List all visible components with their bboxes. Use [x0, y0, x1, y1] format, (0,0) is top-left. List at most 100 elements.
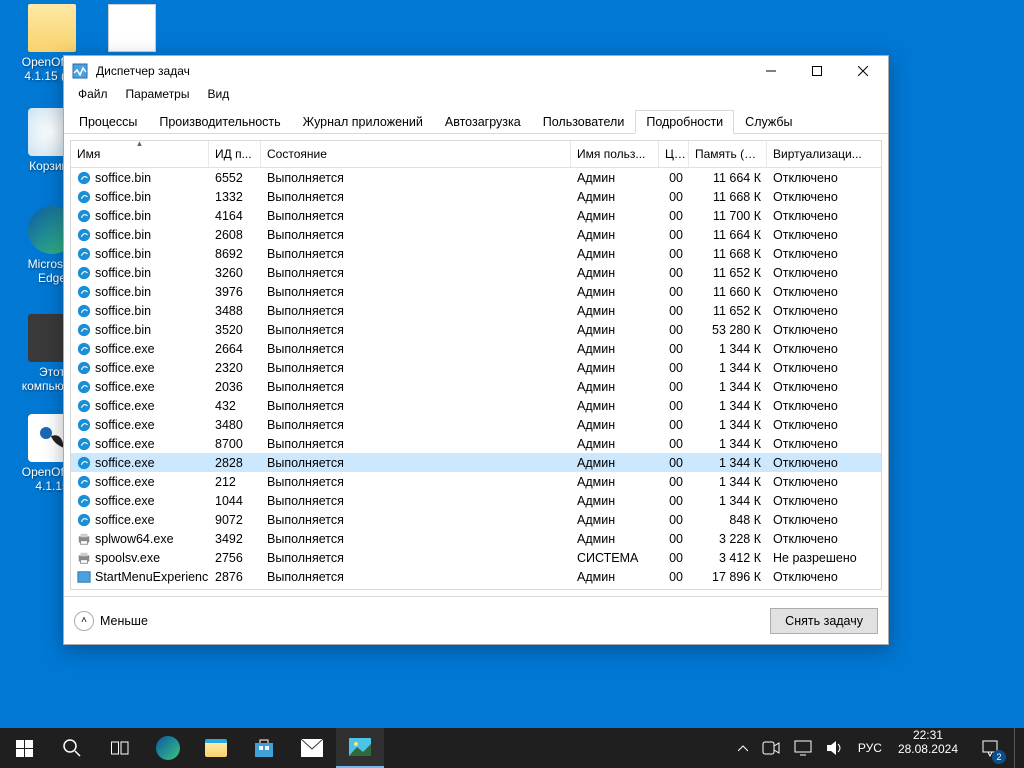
cell-memory: 11 668 К: [689, 247, 767, 261]
task-view-button[interactable]: [96, 728, 144, 768]
table-row[interactable]: soffice.exe2036ВыполняетсяАдмин001 344 К…: [71, 377, 881, 396]
cell-state: Выполняется: [261, 418, 571, 432]
cell-virtualization: Отключено: [767, 589, 881, 590]
tray-monitor[interactable]: [788, 728, 818, 768]
cell-user: Админ: [571, 475, 659, 489]
cell-user: Админ: [571, 247, 659, 261]
table-row[interactable]: soffice.bin8692ВыполняетсяАдмин0011 668 …: [71, 244, 881, 263]
cell-cpu: 00: [659, 513, 689, 527]
close-button[interactable]: [840, 56, 886, 86]
cell-memory: 11 700 К: [689, 209, 767, 223]
table-row[interactable]: soffice.exe212ВыполняетсяАдмин001 344 КО…: [71, 472, 881, 491]
menu-options[interactable]: Параметры: [118, 86, 198, 106]
table-row[interactable]: spoolsv.exe2756ВыполняетсяСИСТЕМА003 412…: [71, 548, 881, 567]
cell-cpu: 00: [659, 323, 689, 337]
tray-language[interactable]: РУС: [852, 728, 888, 768]
cell-virtualization: Отключено: [767, 475, 881, 489]
column-pid[interactable]: ИД п...: [209, 141, 261, 167]
column-name[interactable]: Имя▲: [71, 141, 209, 167]
show-desktop-button[interactable]: [1014, 728, 1020, 768]
table-row[interactable]: soffice.exe2828ВыполняетсяАдмин001 344 К…: [71, 453, 881, 472]
table-row[interactable]: soffice.exe3480ВыполняетсяАдмин001 344 К…: [71, 415, 881, 434]
cell-user: Админ: [571, 228, 659, 242]
table-row[interactable]: soffice.bin3488ВыполняетсяАдмин0011 652 …: [71, 301, 881, 320]
cell-pid: 3488: [209, 304, 261, 318]
titlebar[interactable]: Диспетчер задач: [64, 56, 888, 86]
tray-overflow-button[interactable]: [732, 728, 754, 768]
tray-meet-now[interactable]: [756, 728, 786, 768]
minimize-button[interactable]: [748, 56, 794, 86]
table-row[interactable]: soffice.exe8700ВыполняетсяАдмин001 344 К…: [71, 434, 881, 453]
table-row[interactable]: soffice.exe9072ВыполняетсяАдмин00848 КОт…: [71, 510, 881, 529]
maximize-button[interactable]: [794, 56, 840, 86]
tray-notifications[interactable]: 2: [968, 728, 1012, 768]
cell-cpu: 00: [659, 456, 689, 470]
tray-volume[interactable]: [820, 728, 850, 768]
end-task-button[interactable]: Снять задачу: [770, 608, 878, 634]
tab-автозагрузка[interactable]: Автозагрузка: [434, 110, 532, 134]
table-row[interactable]: soffice.bin3520ВыполняетсяАдмин0053 280 …: [71, 320, 881, 339]
table-row[interactable]: soffice.exe432ВыполняетсяАдмин001 344 КО…: [71, 396, 881, 415]
table-row[interactable]: soffice.bin1332ВыполняетсяАдмин0011 668 …: [71, 187, 881, 206]
cell-memory: 1 344 К: [689, 456, 767, 470]
table-row[interactable]: svchost.exe4440ВыполняетсяАдмин001 256 К…: [71, 586, 881, 589]
taskbar-file-explorer[interactable]: [192, 728, 240, 768]
cell-cpu: 00: [659, 266, 689, 280]
cell-state: Выполняется: [261, 513, 571, 527]
taskbar-photos[interactable]: [336, 728, 384, 768]
tab-процессы[interactable]: Процессы: [68, 110, 148, 134]
taskbar-mail[interactable]: [288, 728, 336, 768]
cell-memory: 11 652 К: [689, 304, 767, 318]
menu-view[interactable]: Вид: [199, 86, 237, 106]
menu-file[interactable]: Файл: [70, 86, 116, 106]
tab-журнал приложений[interactable]: Журнал приложений: [292, 110, 434, 134]
cell-state: Выполняется: [261, 437, 571, 451]
table-row[interactable]: soffice.bin3976ВыполняетсяАдмин0011 660 …: [71, 282, 881, 301]
cell-memory: 53 280 К: [689, 323, 767, 337]
cell-pid: 3520: [209, 323, 261, 337]
cell-name: soffice.bin: [71, 285, 209, 299]
column-user[interactable]: Имя польз...: [571, 141, 659, 167]
table-row[interactable]: StartMenuExperienc...2876ВыполняетсяАдми…: [71, 567, 881, 586]
tab-производительность[interactable]: Производительность: [148, 110, 291, 134]
cell-state: Выполняется: [261, 456, 571, 470]
tab-пользователи[interactable]: Пользователи: [532, 110, 636, 134]
cell-user: Админ: [571, 456, 659, 470]
table-row[interactable]: soffice.exe1044ВыполняетсяАдмин001 344 К…: [71, 491, 881, 510]
cell-user: Админ: [571, 570, 659, 584]
cell-user: Админ: [571, 380, 659, 394]
cell-state: Выполняется: [261, 399, 571, 413]
table-row[interactable]: soffice.bin2608ВыполняетсяАдмин0011 664 …: [71, 225, 881, 244]
tab-службы[interactable]: Службы: [734, 110, 803, 134]
table-row[interactable]: soffice.bin3260ВыполняетсяАдмин0011 652 …: [71, 263, 881, 282]
taskbar-edge[interactable]: [144, 728, 192, 768]
table-row[interactable]: soffice.bin4164ВыполняетсяАдмин0011 700 …: [71, 206, 881, 225]
menubar: Файл Параметры Вид: [64, 86, 888, 106]
table-row[interactable]: soffice.bin6552ВыполняетсяАдмин0011 664 …: [71, 168, 881, 187]
column-virtualization[interactable]: Виртуализаци...: [767, 141, 881, 167]
tray-clock[interactable]: 22:31 28.08.2024: [890, 728, 966, 768]
table-row[interactable]: soffice.exe2664ВыполняетсяАдмин001 344 К…: [71, 339, 881, 358]
taskbar-store[interactable]: [240, 728, 288, 768]
cell-user: Админ: [571, 171, 659, 185]
speaker-icon: [826, 740, 844, 756]
desktop-icon-document[interactable]: [94, 4, 170, 56]
cell-state: Выполняется: [261, 209, 571, 223]
tab-подробности[interactable]: Подробности: [635, 110, 734, 134]
start-button[interactable]: [0, 728, 48, 768]
table-row[interactable]: splwow64.exe3492ВыполняетсяАдмин003 228 …: [71, 529, 881, 548]
column-memory[interactable]: Память (а...: [689, 141, 767, 167]
cell-state: Выполняется: [261, 171, 571, 185]
fewer-details-button[interactable]: ˄ Меньше: [74, 611, 148, 631]
search-button[interactable]: [48, 728, 96, 768]
column-cpu[interactable]: ЦП: [659, 141, 689, 167]
table-body[interactable]: soffice.bin6552ВыполняетсяАдмин0011 664 …: [71, 168, 881, 589]
cell-state: Выполняется: [261, 380, 571, 394]
cell-state: Выполняется: [261, 551, 571, 565]
column-state[interactable]: Состояние: [261, 141, 571, 167]
cell-pid: 3976: [209, 285, 261, 299]
store-icon: [253, 737, 275, 759]
cell-name: StartMenuExperienc...: [71, 570, 209, 584]
window-title: Диспетчер задач: [96, 64, 748, 78]
table-row[interactable]: soffice.exe2320ВыполняетсяАдмин001 344 К…: [71, 358, 881, 377]
